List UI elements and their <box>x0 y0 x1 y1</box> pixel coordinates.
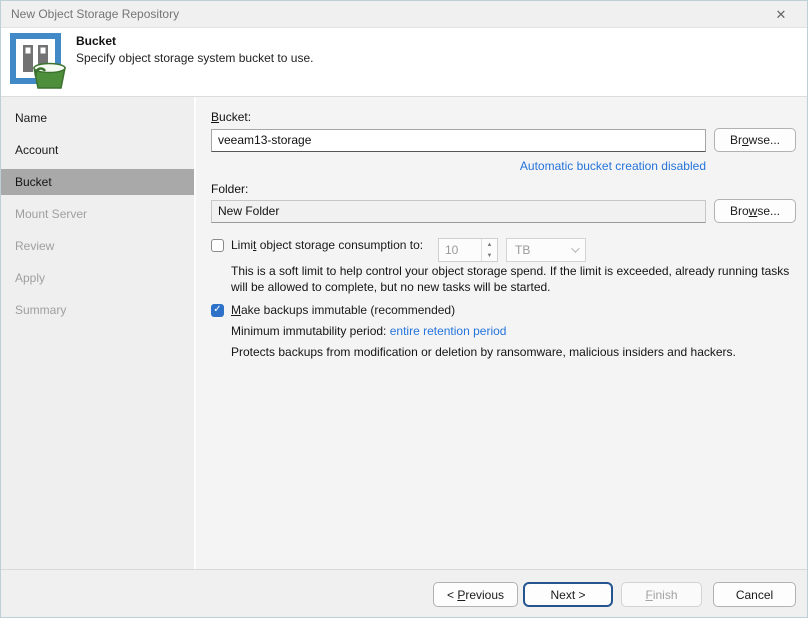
immutable-help-text: Protects backups from modification or de… <box>231 344 796 360</box>
bucket-label: Bucket: <box>211 110 251 124</box>
limit-amount-spinner: 10 ▲ ▼ <box>438 238 498 262</box>
sidebar-item-review: Review <box>1 233 194 259</box>
titlebar: New Object Storage Repository ✕ <box>1 1 807 28</box>
limit-help-text: This is a soft limit to help control you… <box>231 263 796 295</box>
limit-consumption-row: Limit object storage consumption to: <box>211 238 423 252</box>
bucket-input[interactable]: veeam13-storage <box>211 129 706 152</box>
chevron-down-icon <box>571 244 579 252</box>
bucket-creation-note: Automatic bucket creation disabled <box>211 159 706 173</box>
folder-input[interactable]: New Folder <box>211 200 706 223</box>
limit-spinner-arrows: ▲ ▼ <box>481 239 497 261</box>
cancel-button[interactable]: Cancel <box>713 582 796 607</box>
sidebar-item-bucket[interactable]: Bucket <box>1 169 194 195</box>
sidebar-item-mount-server: Mount Server <box>1 201 194 227</box>
wizard-header: Bucket Specify object storage system buc… <box>1 28 807 97</box>
immutable-checkbox[interactable]: ✓ <box>211 304 224 317</box>
step-subtitle: Specify object storage system bucket to … <box>76 51 313 65</box>
new-object-storage-repository-dialog: New Object Storage Repository ✕ Bucket S… <box>0 0 808 618</box>
wizard-steps-sidebar: Name Account Bucket Mount Server Review … <box>1 97 194 569</box>
limit-consumption-label[interactable]: Limit object storage consumption to: <box>231 238 423 252</box>
next-button[interactable]: Next > <box>523 582 613 607</box>
bucket-creation-note-text[interactable]: Automatic bucket creation disabled <box>520 159 706 173</box>
folder-label: Folder: <box>211 182 248 196</box>
bucket-browse-button[interactable]: Browse... <box>714 128 796 152</box>
immutability-period-label: Minimum immutability period: <box>231 324 386 338</box>
sidebar-item-summary: Summary <box>1 297 194 323</box>
spinner-up-icon[interactable]: ▲ <box>482 239 497 250</box>
immutability-period-link[interactable]: entire retention period <box>390 324 507 338</box>
wizard-footer: < Previous Next > Finish Cancel <box>1 569 807 617</box>
step-title: Bucket <box>76 34 116 48</box>
limit-consumption-checkbox[interactable] <box>211 239 224 252</box>
limit-unit-dropdown[interactable]: TB <box>506 238 586 262</box>
previous-button[interactable]: < Previous <box>433 582 518 607</box>
sidebar-item-name[interactable]: Name <box>1 105 194 131</box>
sidebar-item-account[interactable]: Account <box>1 137 194 163</box>
immutable-row: ✓ Make backups immutable (recommended) <box>211 303 455 317</box>
finish-button[interactable]: Finish <box>621 582 702 607</box>
sidebar-item-apply: Apply <box>1 265 194 291</box>
folder-browse-button[interactable]: Browse... <box>714 199 796 223</box>
spinner-down-icon[interactable]: ▼ <box>482 250 497 261</box>
object-storage-bucket-icon <box>9 32 69 93</box>
close-icon[interactable]: ✕ <box>771 5 791 25</box>
limit-amount-value[interactable]: 10 <box>439 239 481 261</box>
immutable-label[interactable]: Make backups immutable (recommended) <box>231 303 455 317</box>
limit-unit-value: TB <box>515 243 530 257</box>
bucket-step-content: Bucket: veeam13-storage Browse... Automa… <box>196 97 806 569</box>
immutability-period-line: Minimum immutability period: entire rete… <box>231 323 796 339</box>
window-title: New Object Storage Repository <box>11 7 179 21</box>
